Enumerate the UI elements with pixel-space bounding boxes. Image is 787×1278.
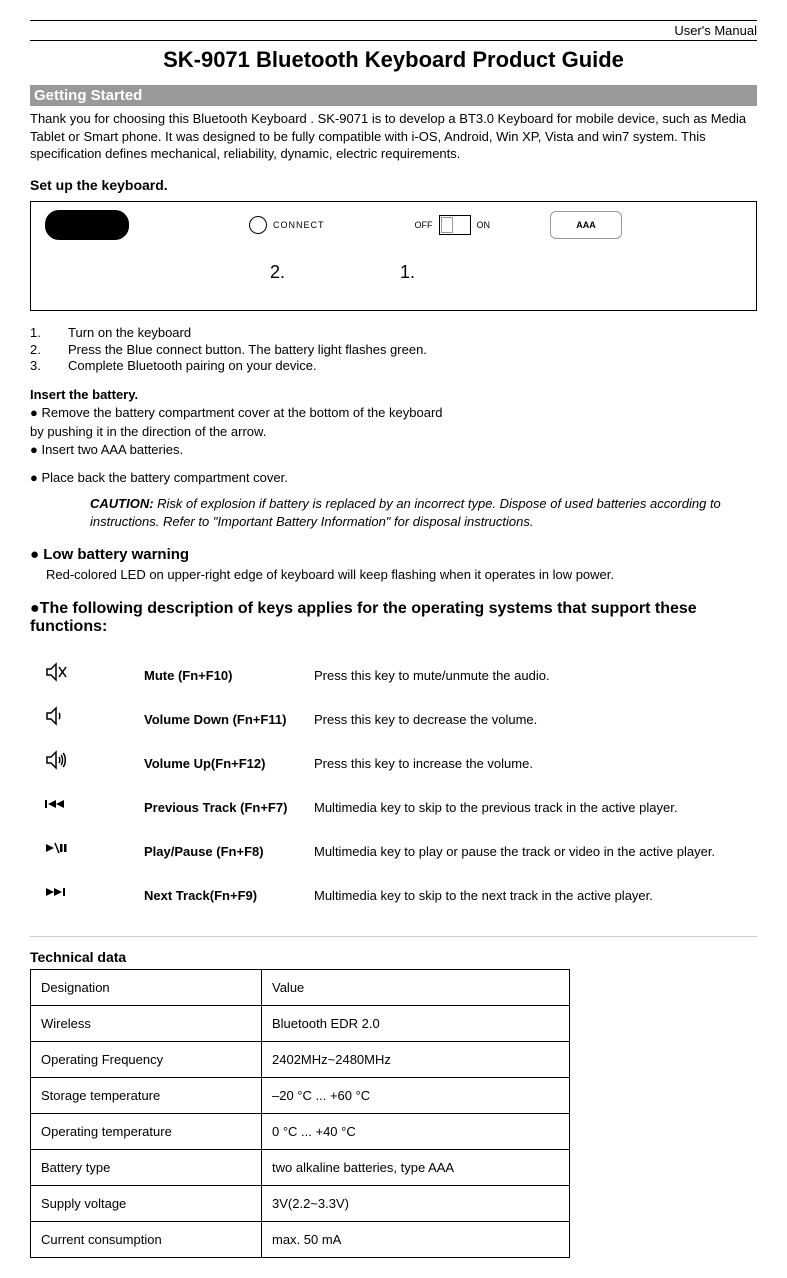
next-track-icon (44, 880, 68, 904)
vol-up-icon (44, 748, 68, 772)
table-row: Volume Down (Fn+F11) Press this key to d… (44, 700, 715, 738)
table-row: Previous Track (Fn+F7) Multimedia key to… (44, 788, 715, 826)
power-switch-diagram: OFF ON (415, 215, 491, 235)
table-row: Volume Up(Fn+F12) Press this key to incr… (44, 744, 715, 782)
connect-circle-icon (249, 216, 267, 234)
keyboard-pill-shape (45, 210, 129, 240)
step-text: Turn on the keyboard (68, 325, 191, 342)
battery-label: AAA (576, 220, 596, 230)
caution-label: CAUTION: (90, 496, 154, 511)
tech-value: max. 50 mA (262, 1222, 570, 1258)
table-row: Operating Frequency2402MHz~2480MHz (31, 1042, 570, 1078)
key-name: Volume Down (Fn+F11) (144, 700, 314, 738)
battery-slot-diagram: AAA (550, 211, 622, 239)
header-right-text: User's Manual (30, 23, 757, 38)
step-num: 3. (30, 358, 68, 375)
prev-track-icon (44, 792, 68, 816)
tech-designation: Battery type (31, 1150, 262, 1186)
insert-item: ● Insert two AAA batteries. (30, 441, 757, 459)
on-label: ON (477, 220, 491, 230)
key-desc: Multimedia key to skip to the previous t… (314, 788, 715, 826)
key-name: Previous Track (Fn+F7) (144, 788, 314, 826)
key-desc: Press this key to mute/unmute the audio. (314, 656, 715, 694)
technical-data-table: DesignationValue WirelessBluetooth EDR 2… (30, 969, 570, 1258)
insert-item: by pushing it in the direction of the ar… (30, 423, 757, 441)
key-desc: Press this key to increase the volume. (314, 744, 715, 782)
connect-button-diagram: CONNECT (249, 216, 325, 234)
intro-paragraph: Thank you for choosing this Bluetooth Ke… (30, 110, 757, 163)
key-name: Volume Up(Fn+F12) (144, 744, 314, 782)
off-label: OFF (415, 220, 433, 230)
table-row: Operating temperature0 °C ... +40 °C (31, 1114, 570, 1150)
play-pause-icon (44, 836, 68, 860)
table-row: Current consumptionmax. 50 mA (31, 1222, 570, 1258)
key-desc: Multimedia key to play or pause the trac… (314, 832, 715, 870)
step-text: Press the Blue connect button. The batte… (68, 342, 427, 359)
key-desc: Multimedia key to skip to the next track… (314, 876, 715, 914)
insert-battery-list: ● Remove the battery compartment cover a… (30, 404, 757, 487)
step-num: 1. (30, 325, 68, 342)
tech-designation: Designation (31, 970, 262, 1006)
document-title: SK-9071 Bluetooth Keyboard Product Guide (30, 47, 757, 73)
low-battery-heading: ● Low battery warning (30, 546, 757, 563)
insert-battery-heading: Insert the battery. (30, 387, 757, 402)
table-row: Mute (Fn+F10) Press this key to mute/unm… (44, 656, 715, 694)
tech-designation: Current consumption (31, 1222, 262, 1258)
vol-down-icon (44, 704, 68, 728)
diagram-label-2: 2. (270, 262, 285, 283)
caution-block: CAUTION: Risk of explosion if battery is… (90, 495, 757, 530)
key-desc: Press this key to decrease the volume. (314, 700, 715, 738)
table-row: Supply voltage3V(2.2~3.3V) (31, 1186, 570, 1222)
function-keys-table: Mute (Fn+F10) Press this key to mute/unm… (44, 650, 715, 920)
header-rule-top (30, 20, 757, 21)
technical-data-heading: Technical data (30, 949, 757, 965)
table-row: Storage temperature–20 °C ... +60 °C (31, 1078, 570, 1114)
connect-label: CONNECT (273, 220, 325, 230)
tech-value: Value (262, 970, 570, 1006)
tech-designation: Supply voltage (31, 1186, 262, 1222)
mute-icon (44, 660, 68, 684)
table-row: WirelessBluetooth EDR 2.0 (31, 1006, 570, 1042)
step-text: Complete Bluetooth pairing on your devic… (68, 358, 317, 375)
setup-steps: 1.Turn on the keyboard 2.Press the Blue … (30, 325, 757, 376)
divider (30, 936, 757, 937)
tech-designation: Storage temperature (31, 1078, 262, 1114)
insert-item: ● Remove the battery compartment cover a… (30, 404, 757, 422)
step-num: 2. (30, 342, 68, 359)
table-row: Battery typetwo alkaline batteries, type… (31, 1150, 570, 1186)
low-battery-desc: Red-colored LED on upper-right edge of k… (46, 567, 757, 582)
caution-text: Risk of explosion if battery is replaced… (90, 496, 721, 529)
insert-item: ● Place back the battery compartment cov… (30, 469, 757, 487)
tech-value: Bluetooth EDR 2.0 (262, 1006, 570, 1042)
key-name: Next Track(Fn+F9) (144, 876, 314, 914)
tech-designation: Operating Frequency (31, 1042, 262, 1078)
diagram-label-1: 1. (400, 262, 415, 283)
table-row: DesignationValue (31, 970, 570, 1006)
key-name: Mute (Fn+F10) (144, 656, 314, 694)
table-row: Next Track(Fn+F9) Multimedia key to skip… (44, 876, 715, 914)
setup-heading: Set up the keyboard. (30, 177, 757, 193)
tech-value: 2402MHz~2480MHz (262, 1042, 570, 1078)
table-row: Play/Pause (Fn+F8) Multimedia key to pla… (44, 832, 715, 870)
tech-value: –20 °C ... +60 °C (262, 1078, 570, 1114)
tech-designation: Wireless (31, 1006, 262, 1042)
key-name: Play/Pause (Fn+F8) (144, 832, 314, 870)
tech-designation: Operating temperature (31, 1114, 262, 1150)
setup-diagram: CONNECT OFF ON AAA 2. 1. (30, 201, 757, 311)
tech-value: 0 °C ... +40 °C (262, 1114, 570, 1150)
keys-section-heading: ●The following description of keys appli… (30, 600, 757, 636)
tech-value: 3V(2.2~3.3V) (262, 1186, 570, 1222)
tech-value: two alkaline batteries, type AAA (262, 1150, 570, 1186)
header-rule-bottom (30, 40, 757, 41)
section-getting-started: Getting Started (30, 85, 757, 106)
